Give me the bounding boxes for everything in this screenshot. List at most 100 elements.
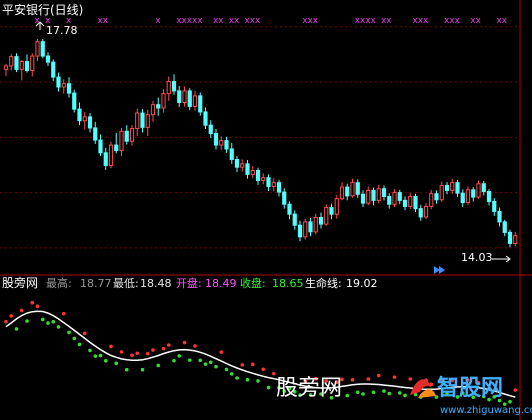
signal-cross-icon: x	[234, 16, 240, 26]
candle-body	[114, 144, 119, 152]
signal-dot	[130, 353, 134, 358]
candle-body	[171, 80, 177, 92]
candle-body	[135, 112, 140, 129]
legend-high-value: 18.77	[80, 277, 112, 290]
candle-body	[108, 144, 114, 167]
candle-body	[387, 195, 392, 205]
candle-body	[402, 199, 408, 207]
signal-dot	[355, 390, 360, 395]
legend-high-label: 最高:	[46, 276, 72, 290]
legend-close-value: 18.65	[272, 277, 304, 290]
candle-body	[287, 203, 292, 215]
signal-dot	[408, 377, 413, 381]
candle-body	[150, 104, 156, 116]
signal-cross-icon: x	[155, 16, 161, 26]
candle-body	[339, 186, 345, 200]
signal-dot	[177, 354, 182, 358]
signal-dot	[51, 319, 56, 324]
candle-body	[140, 112, 145, 128]
low-price-label: 14.03	[461, 251, 493, 264]
candle-body	[334, 198, 339, 215]
grid-layer	[0, 0, 532, 420]
candle-body	[77, 108, 82, 122]
signal-dot	[145, 351, 150, 356]
candle-body	[392, 192, 397, 205]
candle-body	[245, 163, 250, 175]
candle-body	[507, 231, 513, 244]
candle-body	[492, 200, 497, 212]
candle-body	[439, 184, 444, 201]
watermark-text-left: 股旁网	[276, 376, 342, 401]
candle-body	[376, 188, 381, 201]
candle-body	[192, 95, 198, 107]
stage: xxxxxxxxxxxxxxxxxxxxxxxxxxxxxxxxxxxxx 平安…	[0, 0, 532, 420]
signal-dot	[103, 359, 108, 363]
signal-dot	[40, 317, 45, 322]
candle-body	[408, 195, 413, 207]
legend-close-label: 收盘:	[240, 276, 266, 290]
candle-body	[429, 193, 434, 207]
candle-body	[261, 177, 266, 181]
signal-cross-icon: x	[218, 16, 224, 26]
signal-dot	[172, 358, 176, 363]
signal-dot	[508, 399, 512, 404]
candle-body	[318, 216, 324, 225]
candlestick-layer	[3, 38, 518, 248]
legend-low-label: 最低:	[113, 277, 139, 290]
candle-body	[313, 216, 318, 233]
candle-body	[61, 83, 66, 88]
signal-dot	[350, 378, 355, 382]
signal-dot	[67, 330, 71, 335]
candle-body	[355, 182, 360, 195]
signal-cross-icon: x	[455, 16, 461, 26]
signal-cross-icon: x	[476, 16, 482, 26]
candle-body	[187, 90, 192, 107]
candle-body	[486, 191, 492, 202]
candle-body	[219, 140, 224, 146]
signal-dot	[266, 385, 271, 390]
signal-dot	[19, 308, 24, 313]
candle-body	[87, 116, 93, 129]
low-arrow-icon	[492, 255, 511, 263]
signal-dot	[14, 327, 19, 331]
candle-body	[297, 224, 303, 238]
signal-dot	[46, 321, 50, 325]
candle-body	[19, 61, 24, 70]
signal-cross-icon: x	[103, 16, 109, 26]
legend-lifeline-value: 19.02	[346, 277, 378, 290]
candle-body	[350, 182, 355, 197]
signal-dot	[371, 390, 376, 395]
candle-body	[434, 193, 439, 201]
candle-body	[465, 189, 471, 204]
candle-body	[72, 92, 77, 110]
signal-dot	[82, 331, 87, 336]
candle-body	[66, 83, 72, 94]
signal-dot	[135, 351, 140, 356]
signal-cross-icon: x	[371, 16, 377, 26]
signal-dot	[271, 371, 276, 376]
candle-body	[513, 235, 518, 244]
candle-body	[234, 158, 240, 168]
signal-dot	[151, 348, 155, 352]
latest-marker-icon	[439, 266, 445, 274]
signal-dot	[109, 344, 113, 349]
signal-dot	[124, 367, 129, 372]
watermark-text-right: 智股网	[437, 375, 503, 401]
candle-body	[156, 104, 161, 109]
signal-dot	[240, 363, 245, 367]
signal-dot	[245, 377, 250, 382]
candle-body	[103, 152, 108, 167]
signal-dot	[361, 392, 365, 396]
candle-body	[413, 195, 418, 210]
candle-body	[14, 56, 19, 70]
signal-dot	[35, 304, 40, 309]
candle-body	[119, 130, 124, 152]
main-chart-title: 平安银行(日线)	[2, 2, 83, 17]
signal-dot	[345, 393, 350, 398]
candle-body	[266, 177, 271, 188]
candle-body	[82, 116, 87, 122]
signal-dot	[187, 358, 192, 362]
candle-body	[397, 192, 402, 201]
signal-dot	[382, 389, 386, 393]
candle-body	[502, 221, 507, 233]
